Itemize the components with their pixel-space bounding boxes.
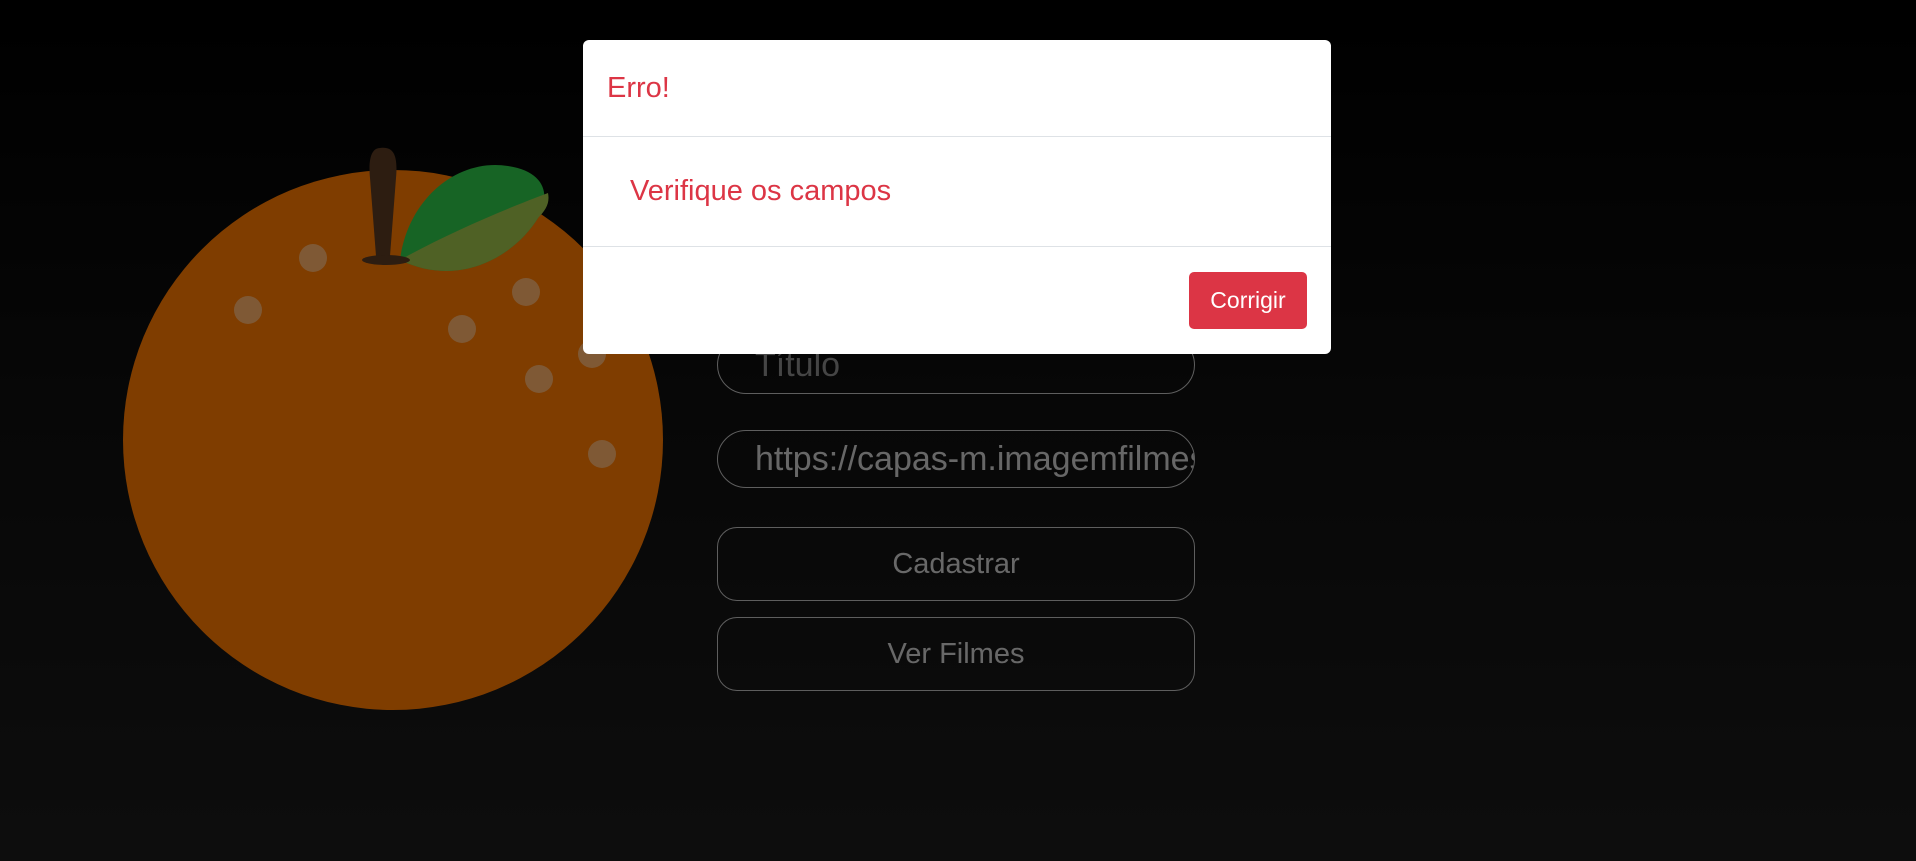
error-modal: Erro! Verifique os campos Corrigir (583, 40, 1331, 354)
modal-body: Verifique os campos (583, 137, 1331, 247)
fix-button[interactable]: Corrigir (1189, 272, 1307, 329)
modal-footer: Corrigir (583, 247, 1331, 354)
error-message: Verifique os campos (630, 175, 892, 207)
modal-header: Erro! (583, 40, 1331, 137)
modal-title: Erro! (607, 71, 670, 104)
